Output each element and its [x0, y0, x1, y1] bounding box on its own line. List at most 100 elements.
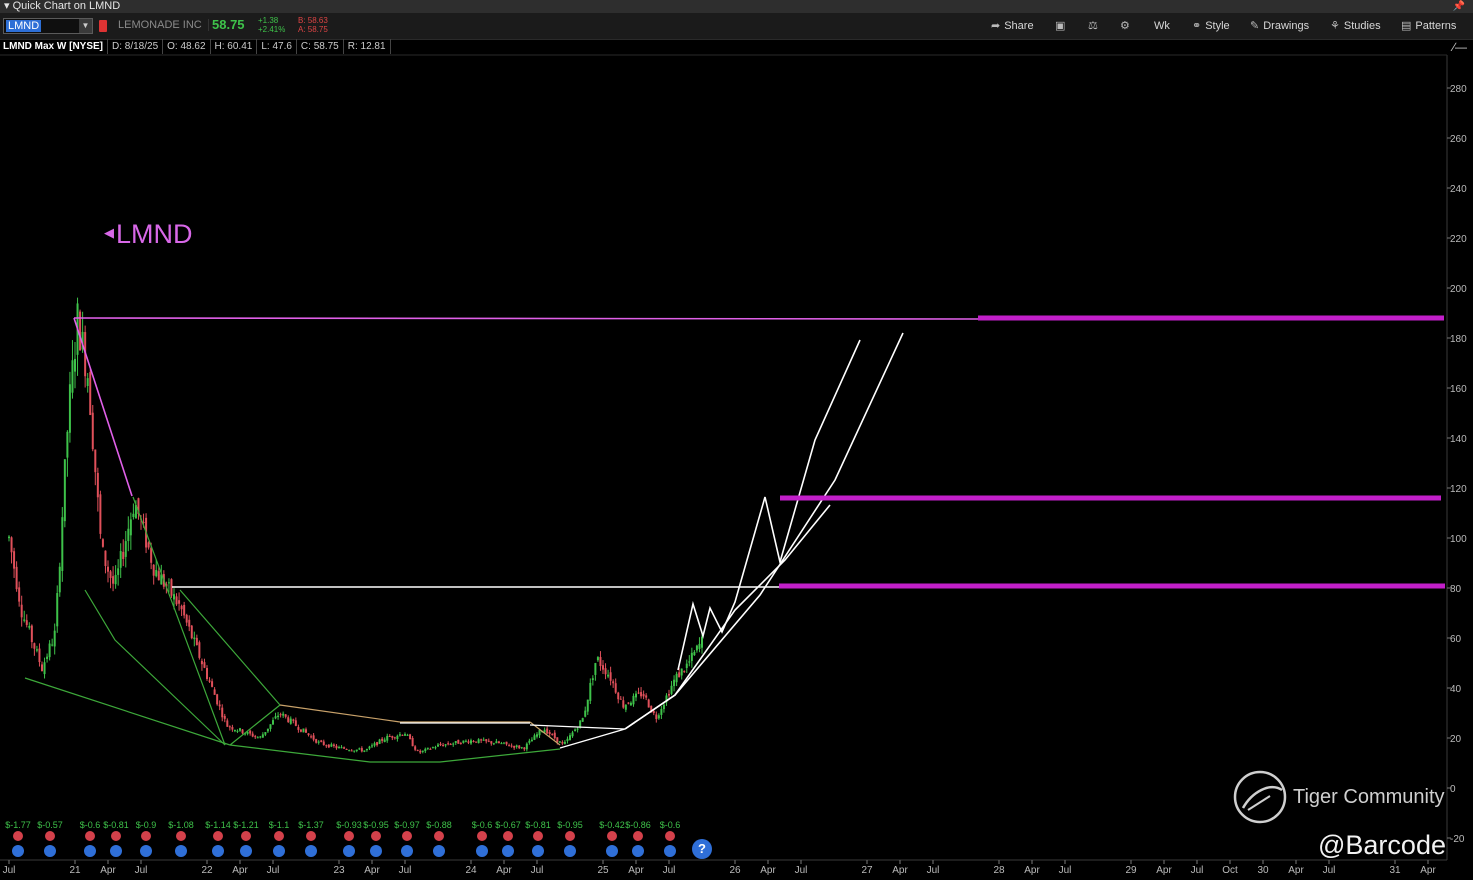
- candle-body: [401, 734, 404, 736]
- candle-body: [424, 748, 427, 752]
- x-tick-label: Jul: [267, 865, 280, 876]
- earnings-icon[interactable]: [111, 831, 121, 841]
- candle-body: [317, 741, 320, 743]
- dividend-icon[interactable]: [564, 845, 576, 857]
- candle-body: [612, 681, 615, 684]
- candle-body: [132, 513, 135, 517]
- earnings-icon[interactable]: [241, 831, 251, 841]
- price-chart[interactable]: 280260240220200180160140120100806040200-…: [0, 0, 1473, 880]
- dividend-icon[interactable]: [502, 845, 514, 857]
- earnings-icon[interactable]: [85, 831, 95, 841]
- dividend-icon[interactable]: [401, 845, 413, 857]
- dividend-icon[interactable]: [343, 845, 355, 857]
- candle-body: [30, 625, 33, 643]
- candle-body: [274, 716, 277, 719]
- dividend-icon[interactable]: [212, 845, 224, 857]
- candle-body: [231, 727, 234, 730]
- dividend-icon[interactable]: [476, 845, 488, 857]
- x-tick-label: 25: [597, 865, 609, 876]
- earnings-icon[interactable]: [402, 831, 412, 841]
- dividend-icon[interactable]: [140, 845, 152, 857]
- dividend-icon[interactable]: [44, 845, 56, 857]
- candle-body: [152, 564, 155, 576]
- candle-body: [322, 741, 325, 745]
- candle-body: [670, 685, 673, 694]
- candle-body: [127, 528, 130, 542]
- candle-body: [89, 372, 92, 416]
- dividend-icon[interactable]: [84, 845, 96, 857]
- candle-body: [28, 625, 31, 628]
- y-tick-label: 100: [1450, 534, 1467, 545]
- dividend-icon[interactable]: [110, 845, 122, 857]
- candle-body: [15, 566, 18, 590]
- candle-body: [124, 541, 127, 557]
- y-tick-label: 160: [1450, 384, 1467, 395]
- trendline: [132, 496, 226, 746]
- x-tick-label: Apr: [892, 865, 908, 876]
- candle-body: [386, 735, 389, 741]
- x-tick-label: 30: [1257, 865, 1269, 876]
- candle-body: [442, 744, 445, 746]
- earnings-icon[interactable]: [274, 831, 284, 841]
- earnings-icon[interactable]: [477, 831, 487, 841]
- earnings-icon[interactable]: [633, 831, 643, 841]
- earnings-icon[interactable]: [533, 831, 543, 841]
- earnings-icon[interactable]: [176, 831, 186, 841]
- help-badge[interactable]: ?: [692, 839, 712, 859]
- x-tick-label: Apr: [628, 865, 644, 876]
- candle-body: [660, 708, 663, 715]
- x-tick-label: Jul: [1323, 865, 1336, 876]
- dividend-icon[interactable]: [240, 845, 252, 857]
- candle-body: [624, 704, 627, 710]
- dividend-icon[interactable]: [305, 845, 317, 857]
- earnings-icon[interactable]: [371, 831, 381, 841]
- earnings-icon[interactable]: [306, 831, 316, 841]
- candle-body: [556, 737, 559, 743]
- candle-body: [470, 740, 472, 744]
- earnings-icon[interactable]: [141, 831, 151, 841]
- y-tick-label: 20: [1450, 734, 1462, 745]
- candle-body: [497, 741, 500, 744]
- candle-body: [431, 747, 434, 749]
- earnings-value: $-0.95: [363, 820, 389, 830]
- earnings-icon[interactable]: [434, 831, 444, 841]
- candle-body: [373, 743, 376, 746]
- earnings-icon[interactable]: [665, 831, 675, 841]
- candle-body: [591, 678, 594, 681]
- earnings-value: $-1.14: [205, 820, 231, 830]
- dividend-icon[interactable]: [606, 845, 618, 857]
- candle-body: [645, 695, 648, 698]
- candle-body: [211, 681, 214, 687]
- candle-body: [256, 737, 259, 739]
- earnings-icon[interactable]: [45, 831, 55, 841]
- candle-body: [685, 663, 688, 668]
- dividend-icon[interactable]: [273, 845, 285, 857]
- earnings-icon[interactable]: [13, 831, 23, 841]
- earnings-icon[interactable]: [344, 831, 354, 841]
- candle-body: [114, 574, 117, 585]
- candle-body: [619, 698, 622, 700]
- candle-body: [602, 665, 604, 670]
- dividend-icon[interactable]: [175, 845, 187, 857]
- dividend-icon[interactable]: [433, 845, 445, 857]
- dividend-icon[interactable]: [664, 845, 676, 857]
- dividend-icon[interactable]: [12, 845, 24, 857]
- candle-body: [249, 730, 252, 734]
- candle-body: [104, 550, 107, 567]
- candle-body: [449, 744, 452, 746]
- dividend-icon[interactable]: [632, 845, 644, 857]
- candle-body: [525, 743, 528, 750]
- dividend-icon[interactable]: [532, 845, 544, 857]
- y-tick-label: 260: [1450, 134, 1467, 145]
- earnings-icon[interactable]: [213, 831, 223, 841]
- earnings-icon[interactable]: [503, 831, 513, 841]
- dividend-icon[interactable]: [370, 845, 382, 857]
- earnings-value: $-1.08: [168, 820, 194, 830]
- candle-body: [563, 741, 566, 744]
- earnings-icon[interactable]: [607, 831, 617, 841]
- candle-body: [150, 547, 153, 563]
- earnings-icon[interactable]: [565, 831, 575, 841]
- candle-body: [185, 614, 188, 623]
- candle-body: [236, 730, 239, 732]
- candle-body: [259, 736, 262, 738]
